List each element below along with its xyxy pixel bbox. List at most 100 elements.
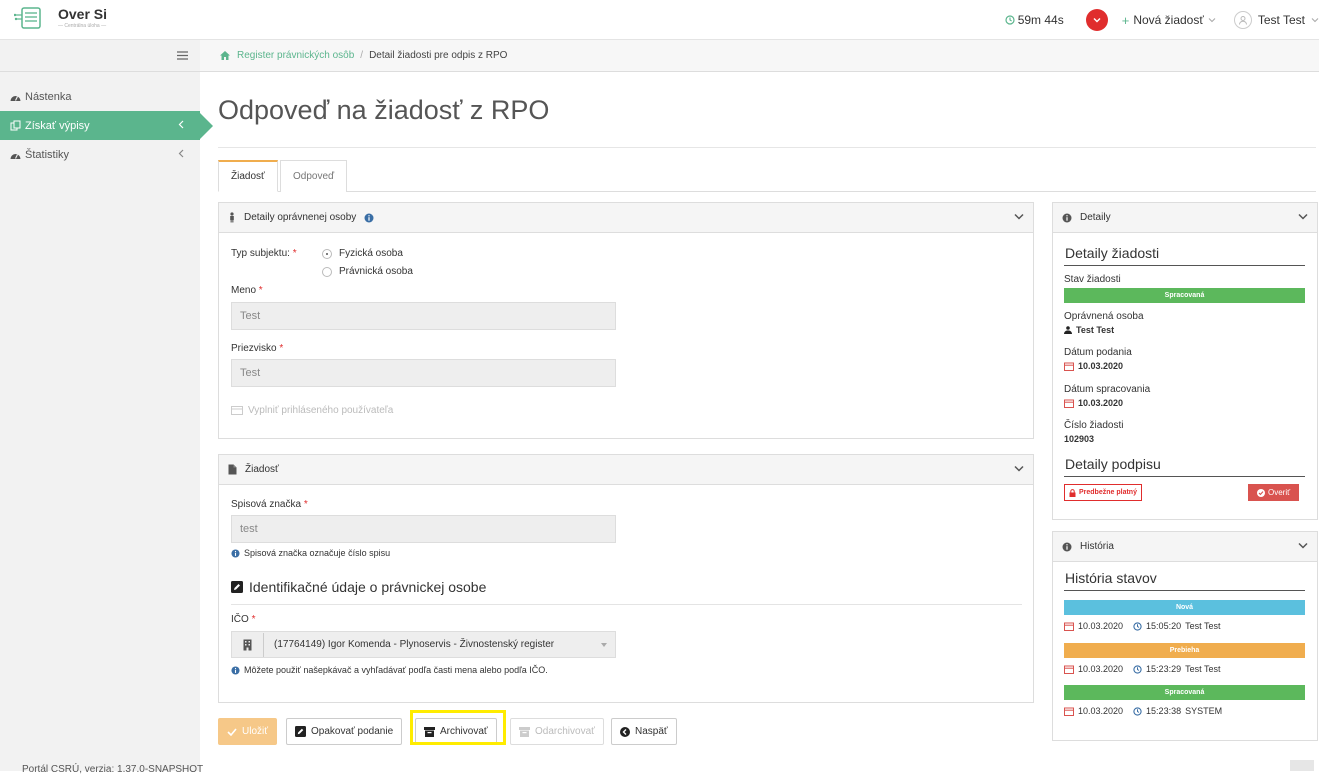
notifications-button[interactable] [1085,9,1108,31]
chevron-down-icon [1208,17,1216,23]
verify-label: Overiť [1268,488,1291,497]
chevron-left-icon [178,120,184,129]
fill-logged-user-button[interactable]: Vyplniť prihláseného používateľa [231,405,393,416]
clock-icon [1133,664,1142,674]
menu-toggle-icon[interactable] [177,51,188,60]
dashboard-icon [10,92,21,102]
timer-value: 59m 44s [1017,13,1064,27]
sidebar-item-label: Nástenka [25,90,72,103]
submitted-value: 10.03.2020 [1064,361,1123,371]
section-title-text: Identifikačné údaje o právnickej osobe [249,579,487,595]
authorized-person-value: Test Test [1064,325,1114,335]
sidebar-item-dashboard[interactable]: Nástenka [0,82,200,111]
person-panel-title: Detaily oprávnenej osoby [244,212,357,223]
ico-select[interactable]: (17764149) Igor Komenda - Plynoservis - … [231,631,616,658]
details-panel-header[interactable]: Detaily [1053,203,1317,233]
radio-label: Fyzická osoba [339,248,403,259]
fill-user-label: Vyplniť prihláseného používateľa [248,405,394,416]
user-menu[interactable]: Test Test [1233,11,1319,29]
name-field[interactable]: Test [231,302,616,330]
info-icon[interactable] [364,213,374,223]
unarchive-label: Odarchivovať [535,726,595,737]
chevron-down-icon[interactable] [1014,213,1024,220]
person-icon [228,212,236,223]
chevron-down-icon[interactable] [1298,213,1308,220]
unarchive-button[interactable]: Odarchivovať [510,718,604,745]
hint-text: Spisová značka označuje číslo spisu [244,548,391,558]
info-circle-icon [1062,213,1072,223]
user-icon [1064,326,1072,334]
signature-title-underline [1064,476,1305,477]
version-label: Portál CSRÚ, verzia: 1.37.0-SNAPSHOT [22,764,204,775]
sidebar-item-get-statements[interactable]: Získať výpisy [0,111,200,140]
signature-title: Detaily podpisu [1065,456,1161,472]
sidebar-item-label: Štatistiky [25,148,70,161]
file-number-field[interactable]: test [231,515,616,543]
chevron-down-icon[interactable] [1014,465,1024,472]
active-pointer [200,113,213,139]
home-icon[interactable] [219,50,231,61]
section-divider [231,604,1022,605]
back-circle-icon [620,726,630,737]
history-date: 10.03.2020 [1078,621,1124,631]
details-title-underline [1064,265,1305,266]
verify-button[interactable]: Overiť [1248,484,1300,501]
history-entry: 10.03.2020 15:23:38 SYSTEM [1064,706,1222,716]
sidebar-item-statistics[interactable]: Štatistiky [0,140,200,169]
info-icon [231,548,240,558]
request-panel-header[interactable]: Žiadosť [219,455,1033,485]
breadcrumb-link[interactable]: Register právnických osôb [237,50,354,61]
chevron-down-icon[interactable] [1298,542,1308,549]
resubmit-button[interactable]: Opakovať podanie [286,718,403,745]
surname-label: Priezvisko * [231,343,284,354]
new-request-menu[interactable]: + Nová žiadosť [1122,13,1216,28]
file-icon [228,464,237,475]
request-number-value: 102903 [1064,434,1095,444]
calendar-icon [1064,362,1074,371]
history-panel-header[interactable]: História [1053,532,1317,562]
back-button[interactable]: Naspäť [611,718,677,745]
breadcrumb: Register právnických osôb / Detail žiado… [200,40,1319,72]
signature-status-badge: Predbežne platný [1064,484,1142,501]
user-icon [1233,11,1252,29]
history-title-underline [1064,590,1305,591]
radio-label: Právnická osoba [339,266,413,277]
history-status-badge: Spracovaná [1064,685,1305,700]
history-date: 10.03.2020 [1078,706,1124,716]
lock-icon [1069,488,1076,497]
authorized-person-label: Oprávnená osoba [1064,311,1144,322]
save-label: Uložiť [242,726,268,737]
processed-label: Dátum spracovania [1064,384,1151,395]
details-title: Detaily žiadosti [1065,245,1160,261]
history-user: SYSTEM [1185,706,1223,716]
breadcrumb-separator: / [360,50,364,61]
radio-legal-person[interactable]: Právnická osoba [322,266,413,277]
archive-icon [519,726,530,737]
radio-physical-person[interactable]: Fyzická osoba [322,248,403,259]
tab-request[interactable]: Žiadosť [218,160,278,192]
submitted-label: Dátum podania [1064,347,1132,358]
chevron-left-icon [178,149,184,158]
app-logo[interactable]: Over Si — Centrálna úloha — [14,6,107,30]
history-user: Test Test [1185,621,1221,631]
history-status-badge: Prebieha [1064,643,1305,658]
tab-bar: Žiadosť Odpoveď [218,160,1316,192]
person-panel-header[interactable]: Detaily oprávnenej osoby [219,203,1033,233]
scroll-to-top-button[interactable] [1290,760,1314,771]
history-date: 10.03.2020 [1078,664,1124,674]
status-label: Stav žiadosti [1064,274,1121,285]
page-title: Odpoveď na žiadosť z RPO [218,95,550,125]
date-text: 10.03.2020 [1078,361,1124,371]
save-button[interactable]: Uložiť [218,718,277,745]
radio-button[interactable] [322,248,332,259]
surname-field[interactable]: Test [231,359,616,387]
name-label: Meno * [231,285,263,296]
archive-highlight [410,710,506,745]
file-number-label: Spisová značka * [231,499,308,510]
documents-icon [10,120,21,131]
sidebar-top [0,40,200,72]
tab-response[interactable]: Odpoveď [280,160,348,192]
radio-button[interactable] [322,266,332,277]
history-time: 15:23:29 [1146,664,1182,674]
resubmit-label: Opakovať podanie [311,726,394,737]
